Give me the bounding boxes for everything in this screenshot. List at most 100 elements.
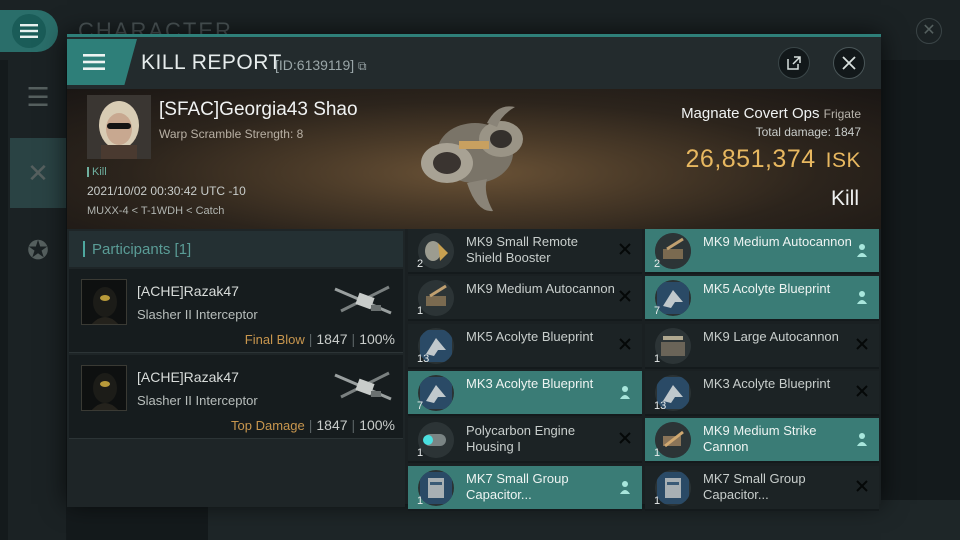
loot-item[interactable]: 1 Polycarbon Engine Housing I [408, 418, 642, 464]
background-menu-button[interactable] [0, 10, 58, 52]
menu-icon [12, 14, 46, 48]
copy-icon[interactable]: ⧉ [358, 59, 367, 73]
participant-percent: 100% [359, 417, 395, 433]
destroyed-x-icon [618, 337, 632, 352]
close-button[interactable] [833, 47, 865, 79]
item-name: MK9 Medium Autocannon [703, 234, 852, 249]
item-quantity: 2 [417, 258, 424, 270]
dropped-person-icon [855, 290, 869, 305]
separator: | [308, 417, 313, 433]
sidebar-swords-icon[interactable]: ✕ [10, 138, 66, 208]
strike-cannon-icon [655, 422, 691, 459]
modal-menu-button[interactable] [67, 39, 137, 85]
autocannon-icon [418, 280, 454, 317]
kill-result: Kill [830, 187, 859, 210]
destroyed-x-icon [618, 290, 632, 304]
loot-item[interactable]: 2 MK9 Small Remote Shield Booster [408, 229, 642, 274]
isk-unit: ISK [825, 149, 861, 172]
loot-item[interactable]: 1 MK9 Medium Strike Cannon [645, 418, 879, 464]
sidebar-star-icon[interactable]: ✪ [10, 215, 66, 285]
loot-item[interactable]: 2 MK9 Medium Autocannon [645, 229, 879, 274]
item-name: MK9 Medium Autocannon [466, 281, 615, 297]
loot-item[interactable]: 13 MK3 Acolyte Blueprint [645, 370, 879, 416]
item-quantity: 1 [417, 447, 424, 460]
item-name: MK7 Small Group Capacitor... [703, 470, 806, 502]
participant-row[interactable]: [ACHE]Razak47 Slasher II Interceptor Final… [69, 269, 403, 353]
kill-location[interactable]: MUXX-4 < T-1WDH < Catch [87, 205, 224, 217]
separator: | [351, 417, 356, 433]
loot-item[interactable]: 1 MK9 Medium Autocannon [408, 276, 642, 322]
loot-item[interactable]: 7 MK3 Acolyte Blueprint [408, 370, 642, 416]
modal-title: KILL REPORT [141, 51, 282, 74]
participant-ship: Slasher II Interceptor [137, 307, 258, 322]
separator: | [351, 331, 356, 347]
total-damage-value: 1847 [834, 125, 861, 139]
item-quantity: 1 [654, 352, 661, 365]
destroyed-x-icon [855, 337, 869, 352]
item-name: MK9 Small Remote Shield Booster [466, 234, 578, 265]
loot-item[interactable]: 13 MK5 Acolyte Blueprint [408, 323, 642, 369]
participant-ship: Slasher II Interceptor [137, 393, 258, 408]
isk-value: 26,851,374 ISK [686, 145, 861, 174]
loot-item[interactable]: 1 MK7 Small Group Capacitor... [645, 465, 879, 511]
participant-damage: 1847 [316, 417, 348, 433]
blueprint-icon [418, 374, 454, 411]
warp-scramble-strength: Warp Scramble Strength: 8 [159, 127, 304, 141]
engine-housing-icon [418, 422, 454, 459]
victim-hero: [SFAC]Georgia43 Shao Warp Scramble Stren… [67, 89, 881, 229]
total-damage-label: Total damage: [755, 125, 831, 139]
isk-amount: 26,851,374 [685, 145, 816, 173]
participant-stats: Final Blow | 1847 | 100% [245, 331, 395, 347]
total-damage: Total damage: 1847 [756, 125, 861, 139]
loot-item[interactable]: 7 MK5 Acolyte Blueprint [645, 276, 879, 322]
item-name: MK9 Large Autocannon [703, 328, 839, 344]
kill-tag-label: Kill [92, 166, 107, 178]
loot-item[interactable]: 1 MK9 Large Autocannon [645, 323, 879, 369]
participant-ship-image [331, 361, 397, 413]
item-name: MK3 Acolyte Blueprint [466, 375, 594, 391]
dropped-person-icon [618, 385, 632, 399]
item-quantity: 1 [417, 494, 424, 507]
shield-booster-icon [418, 233, 454, 269]
participant-ship-image [331, 275, 397, 327]
participant-row[interactable]: [ACHE]Razak47 Slasher II Interceptor Top D… [69, 355, 403, 439]
participants-header: Participants [1] [69, 231, 403, 267]
kill-report-modal: KILL REPORT [ID:6139119] ⧉ [SFAC]Georgia… [67, 34, 881, 511]
item-quantity: 13 [654, 399, 667, 412]
participant-portrait[interactable] [81, 365, 127, 411]
victim-name[interactable]: [SFAC]Georgia43 Shao [159, 99, 358, 121]
participant-name[interactable]: [ACHE]Razak47 [137, 283, 239, 299]
participant-damage: 1847 [316, 331, 348, 347]
autocannon-icon [655, 233, 691, 269]
kill-id-text: [ID:6139119] [275, 57, 355, 73]
participant-name[interactable]: [ACHE]Razak47 [137, 369, 239, 385]
item-name: MK3 Acolyte Blueprint [703, 375, 831, 391]
item-quantity: 1 [417, 305, 424, 318]
loot-item[interactable]: 1 MK7 Small Group Capacitor... [408, 465, 642, 511]
item-name: MK9 Medium Strike Cannon [703, 423, 817, 455]
capacitor-icon [418, 469, 454, 506]
victim-ship[interactable]: Magnate Covert Ops Frigate [681, 105, 861, 122]
participants-title: Participants [1] [92, 241, 192, 258]
close-icon [842, 56, 856, 70]
share-button[interactable] [778, 47, 810, 79]
dropped-person-icon [618, 480, 632, 494]
sidebar-list-icon[interactable]: ☰ [10, 62, 66, 132]
ship-render-image [421, 106, 523, 212]
blueprint-icon [655, 280, 691, 317]
kill-id[interactable]: [ID:6139119] ⧉ [275, 57, 367, 74]
participant-portrait[interactable] [81, 279, 127, 325]
victim-ship-class: Frigate [823, 107, 861, 121]
capacitor-icon [655, 469, 691, 506]
participant-role: Final Blow [244, 332, 305, 347]
item-quantity: 1 [654, 447, 661, 460]
item-quantity: 2 [654, 258, 661, 270]
menu-icon [83, 54, 105, 70]
dropped-person-icon [855, 432, 869, 447]
item-name: MK5 Acolyte Blueprint [703, 281, 831, 297]
background-sidebar: ☰ ✕ ✪ [8, 60, 66, 540]
victim-portrait[interactable] [87, 95, 151, 159]
background-close-icon[interactable]: ✕ [916, 18, 942, 44]
separator: | [308, 331, 313, 347]
destroyed-x-icon [618, 432, 632, 446]
